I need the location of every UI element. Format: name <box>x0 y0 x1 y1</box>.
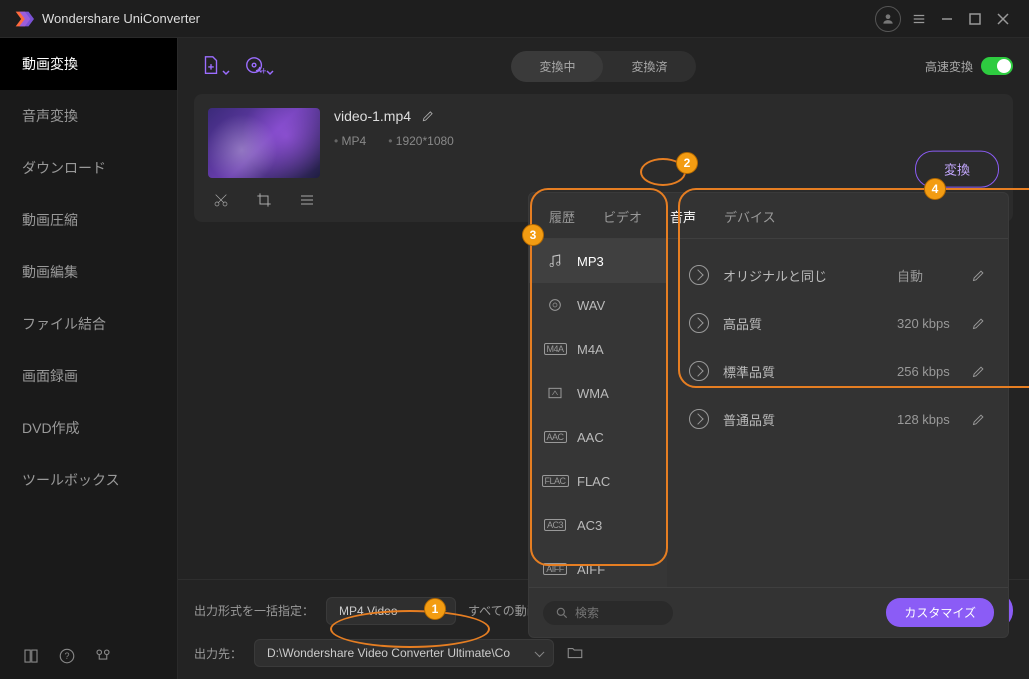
effects-icon[interactable] <box>299 192 315 208</box>
titlebar: Wondershare UniConverter <box>0 0 1029 38</box>
sidebar-item-video-edit[interactable]: 動画編集 <box>0 246 177 298</box>
crop-icon[interactable] <box>256 192 272 208</box>
play-circle-icon <box>689 265 709 285</box>
format-tab-audio[interactable]: 音声 <box>668 203 698 230</box>
minimize-icon[interactable] <box>933 5 961 33</box>
edit-toolbar <box>208 188 320 208</box>
sidebar-item-audio-convert[interactable]: 音声変換 <box>0 90 177 142</box>
flac-icon: FLAC <box>545 473 565 489</box>
sidebar-item-merge[interactable]: ファイル結合 <box>0 298 177 350</box>
tab-converted[interactable]: 変換済 <box>603 51 695 82</box>
add-disc-button[interactable]: + <box>238 51 272 81</box>
format-search-input[interactable] <box>575 606 655 620</box>
wma-icon <box>545 385 565 401</box>
convert-button[interactable]: 変換 <box>915 151 999 188</box>
output-format-label: 出力形式を一括指定： <box>194 602 314 619</box>
quality-list: オリジナルと同じ自動 高品質320 kbps 標準品質256 kbps 普通品質… <box>667 239 1008 587</box>
cut-icon[interactable] <box>213 192 229 208</box>
app-logo-icon <box>12 8 34 30</box>
search-icon <box>555 606 569 620</box>
format-aac[interactable]: AACAAC <box>529 415 667 459</box>
edit-icon[interactable] <box>971 316 986 331</box>
ac3-icon: AC3 <box>545 517 565 533</box>
close-icon[interactable] <box>989 5 1017 33</box>
sidebar-item-video-convert[interactable]: 動画変換 <box>0 38 177 90</box>
open-folder-icon[interactable] <box>566 644 584 662</box>
sidebar-footer: ? <box>0 633 177 679</box>
disc-icon <box>545 297 565 313</box>
help-icon[interactable]: ? <box>58 647 76 665</box>
format-wma[interactable]: WMA <box>529 371 667 415</box>
quality-high[interactable]: 高品質320 kbps <box>685 299 990 347</box>
format-tab-video[interactable]: ビデオ <box>601 203 644 230</box>
account-icon[interactable] <box>875 6 901 32</box>
content: + 変換中 変換済 高速変換 <box>178 38 1029 679</box>
video-format: MP4 <box>334 134 366 148</box>
video-thumbnail[interactable] <box>208 108 320 178</box>
add-file-button[interactable] <box>194 51 228 81</box>
customize-button[interactable]: カスタマイズ <box>886 598 994 627</box>
format-footer: カスタマイズ <box>529 587 1008 637</box>
sidebar-item-download[interactable]: ダウンロード <box>0 142 177 194</box>
share-icon[interactable] <box>94 647 112 665</box>
format-tabs: 履歴 ビデオ 音声 デバイス <box>529 193 1008 239</box>
fast-convert-toggle[interactable] <box>981 57 1013 75</box>
output-format-select[interactable]: MP4 Video <box>326 597 456 625</box>
app-title: Wondershare UniConverter <box>42 11 875 26</box>
format-tab-history[interactable]: 履歴 <box>547 203 577 230</box>
play-circle-icon <box>689 313 709 333</box>
format-search[interactable] <box>543 601 673 625</box>
quality-original[interactable]: オリジナルと同じ自動 <box>685 251 990 299</box>
sidebar: 動画変換 音声変換 ダウンロード 動画圧縮 動画編集 ファイル結合 画面録画 D… <box>0 38 178 679</box>
format-tab-device[interactable]: デバイス <box>722 203 778 230</box>
toolbar: + 変換中 変換済 高速変換 <box>178 44 1029 88</box>
edit-icon[interactable] <box>971 364 986 379</box>
video-info: video-1.mp4 MP4 1920*1080 <box>334 108 454 148</box>
aac-icon: AAC <box>545 429 565 445</box>
main-area: 動画変換 音声変換 ダウンロード 動画圧縮 動画編集 ファイル結合 画面録画 D… <box>0 38 1029 679</box>
quality-standard[interactable]: 標準品質256 kbps <box>685 347 990 395</box>
format-flac[interactable]: FLACFLAC <box>529 459 667 503</box>
sidebar-item-screen-record[interactable]: 画面録画 <box>0 350 177 402</box>
aiff-icon: AIFF <box>545 561 565 577</box>
format-wav[interactable]: WAV <box>529 283 667 327</box>
rename-icon[interactable] <box>421 109 435 123</box>
play-circle-icon <box>689 361 709 381</box>
maximize-icon[interactable] <box>961 5 989 33</box>
manual-icon[interactable] <box>22 647 40 665</box>
edit-icon[interactable] <box>971 412 986 427</box>
quality-normal[interactable]: 普通品質128 kbps <box>685 395 990 443</box>
menu-icon[interactable] <box>905 5 933 33</box>
m4a-icon: M4A <box>545 341 565 357</box>
svg-text:?: ? <box>64 651 69 661</box>
video-resolution: 1920*1080 <box>388 134 454 148</box>
format-m4a[interactable]: M4AM4A <box>529 327 667 371</box>
sidebar-item-toolbox[interactable]: ツールボックス <box>0 454 177 506</box>
format-aiff[interactable]: AIFFAIFF <box>529 547 667 587</box>
fast-convert-label: 高速変換 <box>925 58 973 75</box>
tab-converting[interactable]: 変換中 <box>511 51 603 82</box>
sidebar-item-compress[interactable]: 動画圧縮 <box>0 194 177 246</box>
format-popup: 履歴 ビデオ 音声 デバイス MP3 WAV M4AM4A WMA AACAAC… <box>528 192 1009 638</box>
format-ac3[interactable]: AC3AC3 <box>529 503 667 547</box>
music-note-icon <box>545 253 565 269</box>
output-dir-label: 出力先： <box>194 645 242 662</box>
format-mp3[interactable]: MP3 <box>529 239 667 283</box>
sidebar-item-dvd[interactable]: DVD作成 <box>0 402 177 454</box>
edit-icon[interactable] <box>971 268 986 283</box>
video-filename: video-1.mp4 <box>334 108 411 124</box>
play-circle-icon <box>689 409 709 429</box>
output-dir-select[interactable]: D:\Wondershare Video Converter Ultimate\… <box>254 639 554 667</box>
format-list: MP3 WAV M4AM4A WMA AACAAC FLACFLAC AC3AC… <box>529 239 667 587</box>
status-tabs: 変換中 変換済 <box>511 51 695 82</box>
